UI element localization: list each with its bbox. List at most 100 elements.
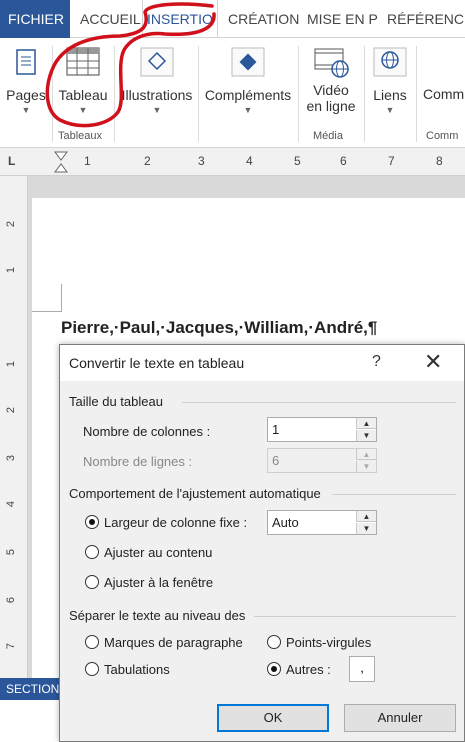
- ruler-mark: 6: [340, 154, 347, 168]
- spin-down-icon[interactable]: ▼: [356, 430, 376, 441]
- comment-icon: [420, 42, 465, 80]
- ruler-mark: 6: [5, 596, 18, 604]
- divider: [198, 46, 199, 142]
- section-autofit: Comportement de l'ajustement automatique: [69, 486, 321, 501]
- fit-window-label[interactable]: Ajuster à la fenêtre: [104, 575, 213, 590]
- tab-insert[interactable]: INSERTIO: [142, 0, 218, 38]
- other-label[interactable]: Autres :: [286, 662, 331, 677]
- links-label: Liens: [373, 87, 407, 103]
- paragraph-marks-radio[interactable]: [85, 635, 99, 649]
- ruler-mark: 2: [5, 406, 18, 414]
- dialog-title-bar[interactable]: Convertir le texte en tableau ? ✕: [60, 345, 464, 381]
- tab-layout[interactable]: MISE EN P: [307, 0, 378, 38]
- fixed-width-label[interactable]: Largeur de colonne fixe :: [104, 515, 247, 530]
- close-button[interactable]: ✕: [424, 349, 442, 375]
- table-button[interactable]: Tableau ▼: [56, 42, 110, 115]
- columns-label: Nombre de colonnes :: [83, 424, 211, 439]
- comments-label: Comm: [423, 86, 465, 102]
- fit-window-radio[interactable]: [85, 575, 99, 589]
- help-button[interactable]: ?: [372, 353, 381, 371]
- chevron-down-icon: ▼: [385, 105, 395, 115]
- ruler-mark: 2: [144, 154, 151, 168]
- semicolons-label[interactable]: Points-virgules: [286, 635, 371, 650]
- word-window: FICHIER ACCUEIL INSERTIO CRÉATION MISE E…: [0, 0, 465, 742]
- chevron-down-icon: ▼: [152, 105, 162, 115]
- status-bar: [0, 700, 60, 742]
- video-label-line2: en ligne: [306, 98, 356, 114]
- other-radio[interactable]: [267, 662, 281, 676]
- fit-content-label[interactable]: Ajuster au contenu: [104, 545, 212, 560]
- divider: [52, 46, 53, 142]
- ribbon-tab-bar: FICHIER ACCUEIL INSERTIO CRÉATION MISE E…: [0, 0, 465, 38]
- illustrations-icon: [140, 47, 174, 77]
- ruler-mark: 3: [5, 454, 18, 462]
- pages-label: Pages: [6, 87, 46, 103]
- paragraph-marks-label[interactable]: Marques de paragraphe: [104, 635, 243, 650]
- section-table-size: Taille du tableau: [69, 394, 163, 409]
- ruler-mark: 2: [5, 220, 18, 228]
- illustrations-label: Illustrations: [121, 87, 193, 103]
- cancel-button[interactable]: Annuler: [344, 704, 456, 732]
- addins-button[interactable]: Compléments ▼: [200, 42, 296, 115]
- tabs-label[interactable]: Tabulations: [104, 662, 170, 677]
- tab-references[interactable]: RÉFÉRENC: [387, 0, 464, 38]
- fit-content-radio[interactable]: [85, 545, 99, 559]
- video-icon: [314, 48, 349, 78]
- tab-selector[interactable]: L: [8, 154, 15, 168]
- ruler-mark: 1: [5, 360, 18, 368]
- ruler-mark: 5: [294, 154, 301, 168]
- fixed-width-stepper[interactable]: Auto ▲ ▼: [267, 510, 377, 535]
- fixed-width-radio[interactable]: [85, 515, 99, 529]
- links-button[interactable]: Liens ▼: [368, 42, 412, 115]
- tab-file[interactable]: FICHIER: [0, 0, 70, 38]
- chevron-down-icon: ▼: [243, 105, 253, 115]
- pages-button[interactable]: Pages ▼: [4, 42, 48, 115]
- spin-down-icon[interactable]: ▼: [356, 523, 376, 534]
- group-label-comments: Comm: [426, 130, 459, 142]
- divider: [114, 46, 115, 142]
- fixed-width-value[interactable]: Auto: [272, 515, 299, 530]
- ruler-mark: 4: [5, 500, 18, 508]
- tabs-radio[interactable]: [85, 662, 99, 676]
- chevron-down-icon: ▼: [21, 105, 31, 115]
- table-label: Tableau: [58, 87, 108, 103]
- group-label-tables: Tableaux: [58, 130, 103, 142]
- divider: [364, 46, 365, 142]
- document-text[interactable]: Pierre,·Paul,·Jacques,·William,·André,¶: [61, 318, 377, 338]
- ribbon: Pages ▼ Tableau ▼ Tableaux Illustrations…: [0, 38, 465, 148]
- other-separator-input[interactable]: ,: [349, 656, 375, 682]
- ruler-mark: 8: [436, 154, 443, 168]
- ruler-mark: 7: [388, 154, 395, 168]
- illustrations-button[interactable]: Illustrations ▼: [118, 42, 196, 115]
- divider: [332, 494, 456, 495]
- rows-value: 6: [272, 453, 280, 468]
- tab-design[interactable]: CRÉATION: [228, 0, 299, 38]
- spin-up-icon: ▲: [356, 449, 376, 460]
- divider: [298, 46, 299, 142]
- columns-value[interactable]: 1: [272, 422, 279, 437]
- video-label-line1: Vidéo: [313, 82, 349, 98]
- vertical-ruler[interactable]: 2 1 1 2 3 4 5 6 7: [0, 176, 28, 682]
- pages-icon: [16, 49, 36, 75]
- online-video-button[interactable]: Vidéo en ligne: [300, 42, 362, 114]
- columns-stepper[interactable]: 1 ▲ ▼: [267, 417, 377, 442]
- rows-stepper: 6 ▲ ▼: [267, 448, 377, 473]
- ruler-mark: 7: [5, 642, 18, 650]
- indent-marker-icon[interactable]: [53, 148, 69, 176]
- semicolons-radio[interactable]: [267, 635, 281, 649]
- comments-button[interactable]: Comm: [420, 42, 465, 102]
- divider: [416, 46, 417, 142]
- table-icon: [66, 47, 100, 76]
- status-section[interactable]: SECTION: [0, 678, 60, 700]
- margin-corner-mark: [32, 284, 62, 312]
- tab-home[interactable]: ACCUEIL: [80, 0, 141, 38]
- ok-button[interactable]: OK: [217, 704, 329, 732]
- spin-up-icon[interactable]: ▲: [356, 418, 376, 429]
- addins-icon: [231, 47, 265, 77]
- group-label-media: Média: [313, 130, 343, 142]
- divider: [182, 402, 456, 403]
- chevron-down-icon: ▼: [78, 105, 88, 115]
- convert-text-to-table-dialog: Convertir le texte en tableau ? ✕ Taille…: [59, 344, 465, 742]
- spin-up-icon[interactable]: ▲: [356, 511, 376, 522]
- horizontal-ruler[interactable]: L 1 2 3 4 5 6 7 8: [0, 148, 465, 176]
